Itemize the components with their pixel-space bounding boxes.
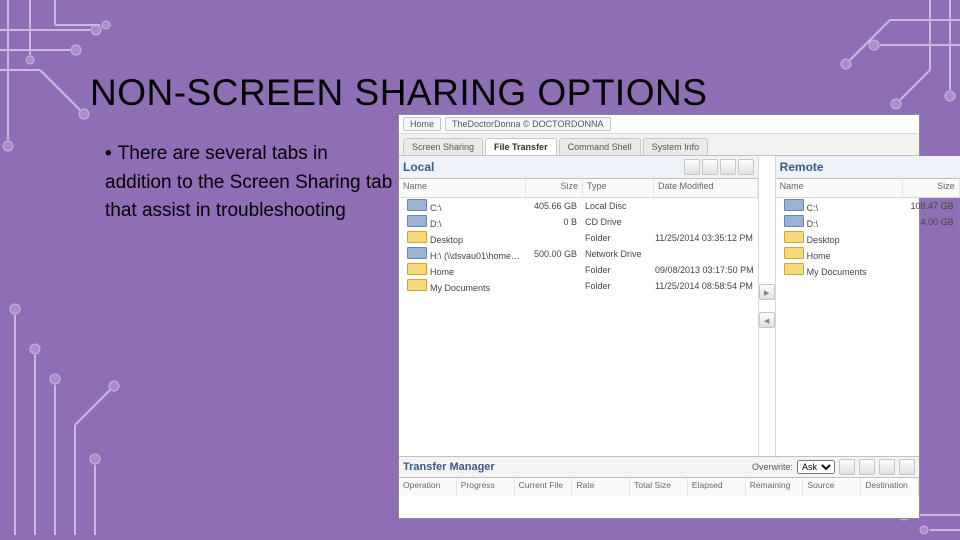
tab-screen-sharing[interactable]: Screen Sharing <box>403 138 483 155</box>
table-row[interactable]: C:\108.47 GBLocal Disc <box>776 198 960 214</box>
table-row[interactable]: H:\ (\\dsvau01\home\e…)500.00 GBNetwork … <box>399 246 758 262</box>
table-row[interactable]: DesktopFolder11/26/2014 05:05:39 PM <box>776 230 960 246</box>
transfer-manager-label: Transfer Manager <box>403 461 495 473</box>
local-toolbar <box>684 159 754 175</box>
folder-up-icon[interactable] <box>684 159 700 175</box>
transfer-arrows: ▸ ◂ <box>759 156 776 456</box>
col-name[interactable]: Name <box>399 179 526 197</box>
remote-rows: C:\108.47 GBLocal DiscD:\4.00 GBLocal Di… <box>776 198 960 456</box>
col-size[interactable]: Size <box>526 179 583 197</box>
send-right-icon[interactable]: ▸ <box>759 284 775 300</box>
bullet-list: •There are several tabs in addition to t… <box>105 140 395 226</box>
table-row[interactable]: D:\0 BCD Drive <box>399 214 758 230</box>
table-row[interactable]: My DocumentsFolder11/17/2014 03:23:42 PM <box>776 262 960 278</box>
tmgr-col[interactable]: Elapsed <box>688 478 746 496</box>
pause-icon[interactable] <box>859 459 875 475</box>
table-row[interactable]: HomeFolder09/08/2013 03:17:50 PM <box>399 262 758 278</box>
play-icon[interactable] <box>839 459 855 475</box>
send-left-icon[interactable]: ◂ <box>759 312 775 328</box>
bullet-marker: • <box>105 143 112 164</box>
col-type[interactable]: Type <box>583 179 654 197</box>
local-rows: C:\405.66 GBLocal DiscD:\0 BCD DriveDesk… <box>399 198 758 456</box>
local-column-headers: Name Size Type Date Modified <box>399 179 758 198</box>
embedded-screenshot: Home TheDoctorDonna © DOCTORDONNA Screen… <box>398 114 920 519</box>
clear-icon[interactable] <box>899 459 915 475</box>
bullet-text: There are several tabs in addition to th… <box>105 143 392 221</box>
breadcrumb: Home TheDoctorDonna © DOCTORDONNA <box>399 115 919 134</box>
transfer-manager-columns: OperationProgressCurrent FileRateTotal S… <box>399 478 919 496</box>
delete-icon[interactable] <box>738 159 754 175</box>
breadcrumb-home[interactable]: Home <box>403 117 441 131</box>
tab-system-info[interactable]: System Info <box>643 138 709 155</box>
remote-panel: Remote Name Size Type Date Modified <box>776 156 960 456</box>
tmgr-col[interactable]: Total Size <box>630 478 688 496</box>
tmgr-col[interactable]: Remaining <box>746 478 804 496</box>
slide-title: NON-SCREEN SHARING OPTIONS <box>90 72 707 114</box>
tab-command-shell[interactable]: Command Shell <box>559 138 641 155</box>
col-date[interactable]: Date Modified <box>654 179 758 197</box>
overwrite-control: Overwrite: Ask <box>752 459 915 475</box>
overwrite-label: Overwrite: <box>752 462 793 472</box>
panels: Local Name Size Type Date Modified C:\40… <box>399 156 919 457</box>
decoration-bottom-left <box>0 275 200 540</box>
local-panel-header: Local <box>399 156 758 179</box>
table-row[interactable]: HomeFolder11/07/2014 01:49:54 PM <box>776 246 960 262</box>
remote-column-headers: Name Size Type Date Modified <box>776 179 960 198</box>
breadcrumb-path: TheDoctorDonna © DOCTORDONNA <box>445 117 611 131</box>
tmgr-col[interactable]: Progress <box>457 478 515 496</box>
tab-bar: Screen SharingFile TransferCommand Shell… <box>399 134 919 156</box>
col-size[interactable]: Size <box>903 179 960 197</box>
table-row[interactable]: D:\4.00 GBLocal Disc <box>776 214 960 230</box>
transfer-manager-header: Transfer Manager Overwrite: Ask <box>399 457 919 478</box>
local-label: Local <box>403 160 434 174</box>
remote-label: Remote <box>780 160 824 174</box>
table-row[interactable]: C:\405.66 GBLocal Disc <box>399 198 758 214</box>
slide: NON-SCREEN SHARING OPTIONS •There are se… <box>0 0 960 540</box>
stop-icon[interactable] <box>879 459 895 475</box>
overwrite-select[interactable]: Ask <box>797 460 835 474</box>
refresh-icon[interactable] <box>702 159 718 175</box>
local-panel: Local Name Size Type Date Modified C:\40… <box>399 156 759 456</box>
tab-file-transfer[interactable]: File Transfer <box>485 138 557 155</box>
tmgr-col[interactable]: Current File <box>515 478 573 496</box>
tmgr-col[interactable]: Source <box>803 478 861 496</box>
table-row[interactable]: My DocumentsFolder11/25/2014 08:58:54 PM <box>399 278 758 294</box>
tmgr-col[interactable]: Destination <box>861 478 919 496</box>
tmgr-col[interactable]: Operation <box>399 478 457 496</box>
tmgr-col[interactable]: Rate <box>572 478 630 496</box>
remote-panel-header: Remote <box>776 156 960 179</box>
table-row[interactable]: DesktopFolder11/25/2014 03:35:12 PM <box>399 230 758 246</box>
col-name[interactable]: Name <box>776 179 903 197</box>
new-folder-icon[interactable] <box>720 159 736 175</box>
